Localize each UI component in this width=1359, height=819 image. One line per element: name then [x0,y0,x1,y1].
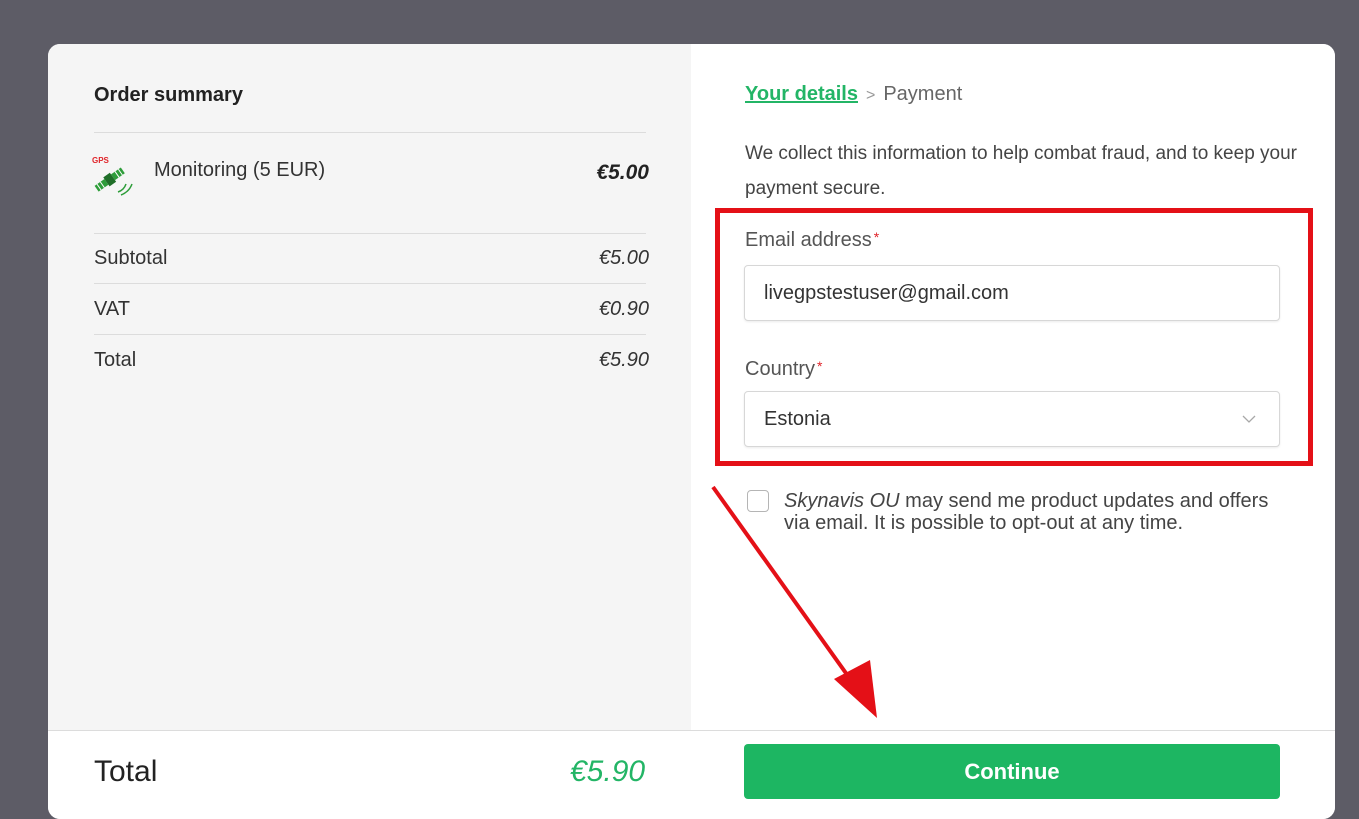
continue-button[interactable]: Continue [744,744,1280,799]
total-label: Total [94,349,137,371]
svg-text:GPS: GPS [92,156,110,165]
divider [94,233,646,234]
footer-total-label: Total [94,755,158,788]
product-price: €5.00 [596,161,649,184]
divider [94,283,646,284]
breadcrumb: Your details > Payment [745,83,962,106]
gps-satellite-icon: GPS [88,152,134,198]
marketing-consent-checkbox[interactable] [747,490,769,512]
order-summary-panel: Order summary GPS Monitoring (5 EUR) €5.… [48,44,691,730]
company-name: Skynavis OU [784,490,900,512]
vat-label: VAT [94,298,130,320]
marketing-consent-text: Skynavis OU may send me product updates … [784,490,1274,534]
breadcrumb-your-details[interactable]: Your details [745,83,858,105]
checkout-modal: Order summary GPS Monitoring (5 EUR) €5.… [48,44,1335,819]
required-marker: * [873,229,880,245]
email-value: livegpstestuser@gmail.com [764,282,1009,304]
email-label: Email address * [745,229,879,252]
vat-value: €0.90 [598,298,649,320]
subtotal-value: €5.00 [598,247,649,269]
breadcrumb-payment: Payment [883,83,963,105]
info-text: We collect this information to help comb… [745,143,1298,199]
email-field[interactable]: livegpstestuser@gmail.com [744,265,1280,321]
email-label-text: Email address [745,229,872,251]
subtotal-label: Subtotal [94,247,168,269]
total-value: €5.90 [598,349,649,371]
required-marker: * [817,358,823,374]
breadcrumb-separator: > [866,87,876,104]
product-name: Monitoring (5 EUR) [154,159,326,181]
chevron-down-icon [1242,415,1256,423]
country-label: Country * [745,358,822,381]
footer-bar: Total €5.90 Continue [48,730,1335,819]
details-panel: Your details > Payment We collect this inf… [691,44,1335,730]
country-value: Estonia [764,408,831,430]
country-label-text: Country [745,358,816,380]
country-select[interactable]: Estonia [744,391,1280,447]
order-summary-title: Order summary [94,84,243,106]
footer-total-value: €5.90 [570,755,646,788]
divider [94,132,646,133]
divider [94,334,646,335]
